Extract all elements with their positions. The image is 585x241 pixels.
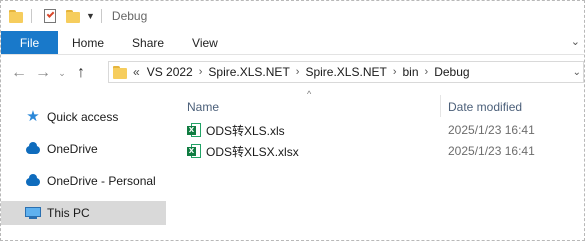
up-arrow-icon[interactable]: ↑: [69, 61, 93, 85]
address-bar[interactable]: « VS 2022 › Spire.XLS.NET › Spire.XLS.NE…: [108, 61, 584, 83]
back-arrow-icon[interactable]: ←: [7, 61, 31, 85]
new-folder-icon[interactable]: [66, 9, 80, 23]
customize-quick-access-icon[interactable]: ▼: [86, 11, 95, 21]
explorer-window: ▼ Debug File Home Share View ⌄ ← → ⌄ ↑ «…: [0, 0, 585, 241]
sidebar-item-onedrive[interactable]: OneDrive: [1, 137, 166, 161]
file-list: ^ Name Date modified X ODS转XLS.xls 2025/…: [173, 89, 583, 239]
sidebar-item-label: This PC: [47, 206, 90, 220]
sidebar-item-quick-access[interactable]: ★ Quick access: [1, 105, 166, 129]
star-icon: ★: [26, 108, 40, 125]
navigation-pane: ★ Quick access OneDrive OneDrive - Perso…: [1, 95, 166, 235]
breadcrumb-separator-icon[interactable]: ›: [393, 66, 397, 78]
forward-arrow-icon[interactable]: →: [31, 61, 55, 85]
breadcrumb-item[interactable]: Debug: [434, 65, 469, 79]
file-date-modified: 2025/1/23 16:41: [448, 123, 535, 137]
file-name: ODS转XLSX.xlsx: [206, 144, 299, 159]
breadcrumb-separator-icon[interactable]: ›: [296, 66, 300, 78]
quick-access-divider: [31, 9, 32, 23]
ribbon-tabs: File Home Share View ⌄: [1, 31, 585, 55]
tab-home[interactable]: Home: [58, 31, 118, 54]
expand-ribbon-icon[interactable]: ⌄: [571, 35, 580, 48]
properties-icon[interactable]: [44, 9, 56, 23]
navigation-bar: ← → ⌄ ↑ « VS 2022 › Spire.XLS.NET › Spir…: [1, 57, 585, 89]
file-date-modified: 2025/1/23 16:41: [448, 144, 535, 158]
address-history-dropdown-icon[interactable]: ⌄: [573, 67, 581, 78]
computer-icon: [25, 206, 41, 220]
breadcrumb-item[interactable]: VS 2022: [147, 65, 193, 79]
file-row[interactable]: X ODS转XLS.xls 2025/1/23 16:41: [183, 120, 583, 140]
folder-icon[interactable]: [9, 9, 23, 23]
sidebar-item-onedrive-personal[interactable]: OneDrive - Personal: [1, 169, 166, 193]
tab-share[interactable]: Share: [118, 31, 178, 54]
excel-file-icon: X: [187, 144, 201, 158]
title-divider: [100, 9, 102, 23]
sidebar-item-label: OneDrive: [47, 142, 98, 156]
chevron-down-icon[interactable]: ⌄: [55, 61, 69, 85]
column-header-date-modified[interactable]: Date modified: [448, 95, 583, 119]
column-divider[interactable]: [440, 95, 441, 117]
file-name: ODS转XLS.xls: [206, 123, 285, 138]
breadcrumb-item[interactable]: bin: [403, 65, 419, 79]
file-row[interactable]: X ODS转XLSX.xlsx 2025/1/23 16:41: [183, 141, 583, 161]
breadcrumb-separator-icon[interactable]: ›: [199, 66, 203, 78]
address-folder-icon: [113, 65, 127, 79]
sidebar-item-this-pc[interactable]: This PC: [1, 201, 166, 225]
sidebar-item-label: Quick access: [47, 110, 119, 124]
title-bar: ▼ Debug: [1, 1, 585, 31]
excel-file-icon: X: [187, 123, 201, 137]
column-header-name[interactable]: Name: [187, 95, 437, 119]
cloud-icon: [25, 142, 41, 156]
breadcrumb-overflow[interactable]: «: [133, 65, 140, 79]
breadcrumb-separator-icon[interactable]: ›: [425, 66, 429, 78]
sidebar-item-label: OneDrive - Personal: [47, 174, 156, 188]
breadcrumb-item[interactable]: Spire.XLS.NET: [305, 65, 386, 79]
tab-view[interactable]: View: [178, 31, 232, 54]
tab-file[interactable]: File: [1, 31, 58, 54]
cloud-icon: [25, 174, 41, 188]
breadcrumb-item[interactable]: Spire.XLS.NET: [208, 65, 289, 79]
window-title: Debug: [111, 9, 148, 23]
